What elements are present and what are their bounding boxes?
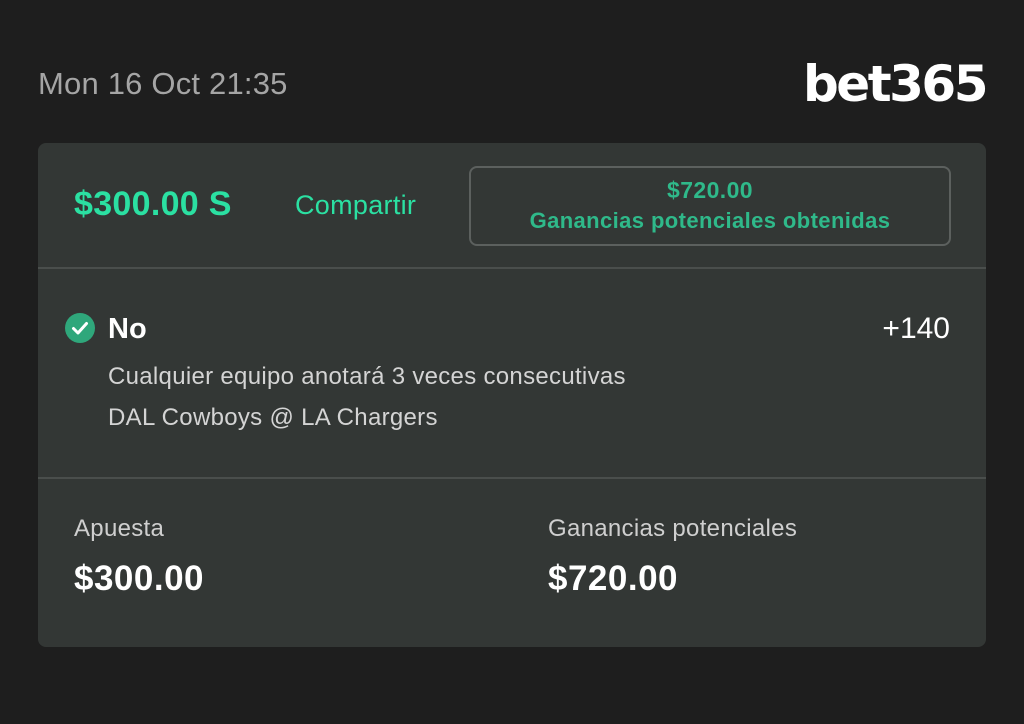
bet-summary: Apuesta $300.00 Ganancias potenciales $7… [38,479,986,647]
bet-selection: No +140 Cualquier equipo anotará 3 veces… [38,269,986,479]
bet-slip-header: $300.00 S Compartir $720.00 Ganancias po… [38,143,986,269]
stake-summary: Apuesta $300.00 [74,515,204,599]
payout-summary-value: $720.00 [548,559,679,598]
check-circle-icon [65,313,95,343]
winnings-badge: $720.00 Ganancias potenciales obtenidas [469,166,951,246]
brand-logo: bet365 [803,55,988,113]
stake-amount: $300.00 S [74,185,232,223]
market-name: Cualquier equipo anotará 3 veces consecu… [108,363,626,390]
timestamp: Mon 16 Oct 21:35 [38,66,288,101]
bet-slip-card: $300.00 S Compartir $720.00 Ganancias po… [38,143,986,647]
payout-summary-label: Ganancias potenciales [548,515,798,542]
event-name: DAL Cowboys @ LA Chargers [108,404,438,431]
winnings-label: Ganancias potenciales obtenidas [529,208,891,233]
share-button[interactable]: Compartir [295,190,416,221]
stake-summary-label: Apuesta [74,515,165,542]
payout-summary: Ganancias potenciales $720.00 [548,515,797,599]
selection-odds: +140 [882,312,950,345]
bet-receipt-screen: Mon 16 Oct 21:35 bet365 $300.00 S Compar… [0,0,1024,724]
stake-summary-value: $300.00 [74,559,205,598]
selection-name: No [108,313,147,345]
winnings-amount: $720.00 [667,177,753,203]
